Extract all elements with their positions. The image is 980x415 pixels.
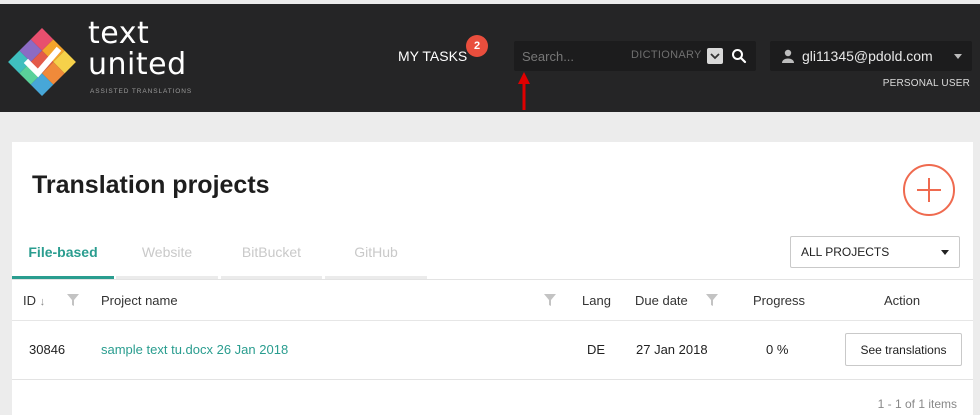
user-email: gli11345@pdold.com [802, 48, 933, 64]
user-role: PERSONAL USER [882, 78, 970, 89]
column-header-project-name[interactable]: Project name [101, 293, 178, 308]
tab-website[interactable]: Website [116, 239, 218, 279]
page-title: Translation projects [32, 171, 270, 199]
project-due-date: 27 Jan 2018 [636, 342, 708, 357]
my-tasks-link[interactable]: MY TASKS [398, 48, 467, 64]
column-header-due-date[interactable]: Due date [635, 293, 688, 308]
projects-filter-select[interactable]: ALL PROJECTS [790, 236, 960, 268]
projects-filter-value: ALL PROJECTS [801, 245, 890, 259]
tab-file-based[interactable]: File-based [12, 239, 114, 279]
tab-bitbucket[interactable]: BitBucket [221, 239, 322, 279]
column-header-lang[interactable]: Lang [582, 293, 611, 308]
project-lang: DE [587, 342, 606, 357]
add-project-button[interactable] [903, 164, 955, 216]
search-input[interactable] [522, 41, 632, 71]
search-scope-label: DICTIONARY [631, 49, 702, 61]
tasks-count-badge[interactable]: 2 [466, 35, 488, 57]
caret-down-icon [941, 250, 949, 255]
chevron-down-icon [710, 53, 720, 60]
column-id-label: ID [23, 293, 36, 308]
logo-icon [8, 28, 76, 96]
scope-dropdown-toggle[interactable] [707, 48, 723, 64]
user-menu[interactable]: gli11345@pdold.com [770, 41, 972, 71]
user-icon [782, 49, 794, 63]
search-icon[interactable] [731, 48, 747, 69]
caret-down-icon [954, 54, 962, 59]
filter-icon[interactable] [544, 294, 556, 306]
sort-down-icon: ↓ [39, 296, 46, 308]
brand-wordmark: text united [88, 18, 187, 80]
column-header-progress[interactable]: Progress [753, 293, 805, 308]
annotation-arrow-icon [518, 72, 530, 110]
project-name-link[interactable]: sample text tu.docx 26 Jan 2018 [101, 342, 288, 357]
tabs-divider [12, 279, 973, 280]
pagination-info: 1 - 1 of 1 items [877, 397, 957, 411]
filter-icon[interactable] [67, 294, 79, 306]
search-bar: DICTIONARY [514, 41, 756, 71]
column-header-action: Action [884, 293, 921, 308]
see-translations-button[interactable]: See translations [845, 333, 962, 366]
column-header-id[interactable]: ID ↓ [23, 293, 45, 308]
brand-tagline: ASSISTED TRANSLATIONS [90, 88, 193, 95]
top-header: text united ASSISTED TRANSLATIONS MY TAS… [0, 0, 980, 112]
brand-line-2: united [88, 47, 187, 82]
brand-line-1: text [88, 16, 150, 51]
filter-icon[interactable] [706, 294, 718, 306]
table-row-divider [12, 379, 973, 380]
project-id: 30846 [29, 342, 66, 357]
table-row: 30846 sample text tu.docx 26 Jan 2018 DE… [12, 321, 973, 379]
projects-card: Translation projects File-based Website … [12, 142, 973, 415]
brand-logo[interactable]: text united ASSISTED TRANSLATIONS [6, 18, 206, 102]
tab-github[interactable]: GitHub [325, 239, 427, 279]
project-progress: 0 % [766, 342, 789, 357]
